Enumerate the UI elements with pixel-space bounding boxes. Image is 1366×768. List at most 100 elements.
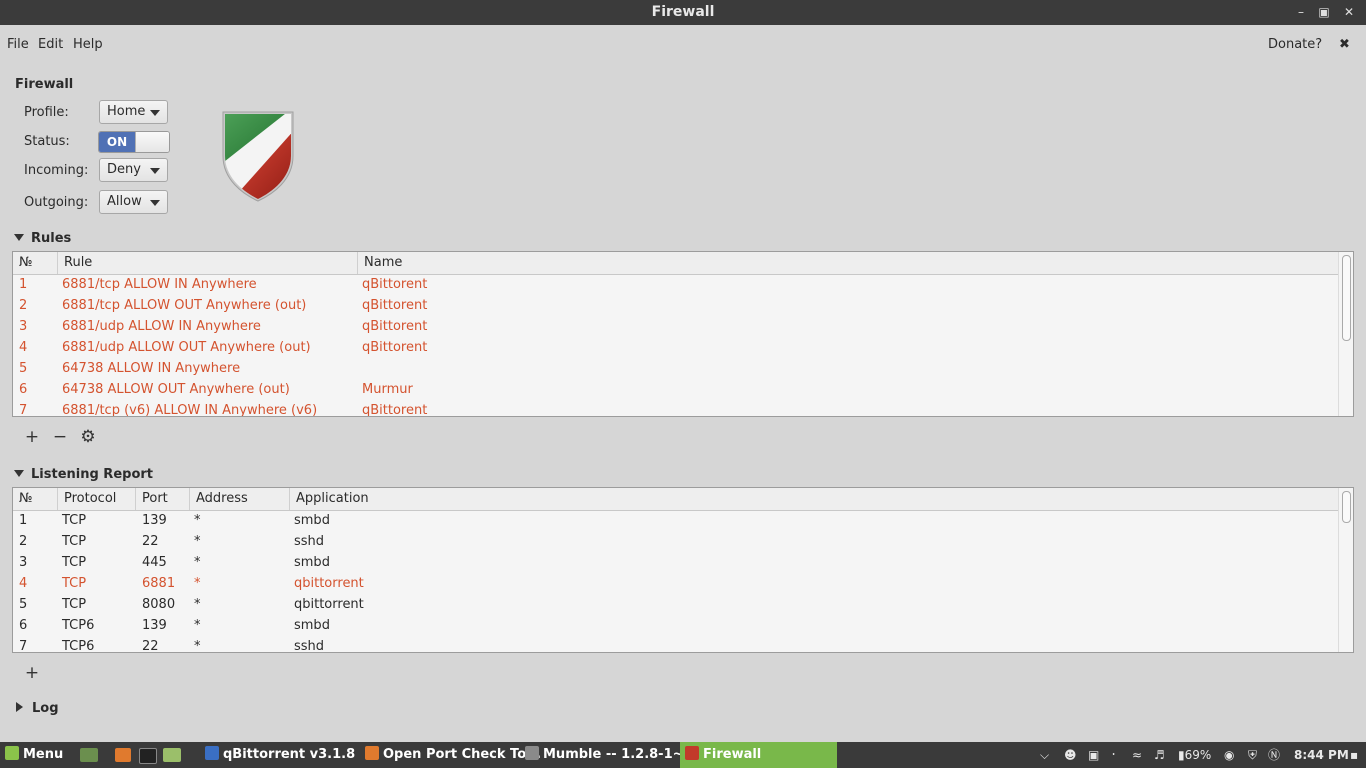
firefox-icon[interactable] xyxy=(115,748,131,762)
notifications-icon[interactable]: ⌵ xyxy=(1040,742,1049,768)
log-expander[interactable]: Log xyxy=(16,701,59,716)
scrollbar-thumb[interactable] xyxy=(1342,255,1351,341)
table-row[interactable]: 6 TCP6 139 * smbd xyxy=(13,615,1340,636)
listen-address: * xyxy=(194,513,201,528)
listening-report-expander[interactable]: Listening Report xyxy=(14,467,153,482)
clock[interactable]: 8:44 PM xyxy=(1294,742,1349,768)
battery-icon[interactable]: ▮69% xyxy=(1178,742,1211,768)
wifi-icon[interactable]: ≈ xyxy=(1132,742,1142,768)
rule-text: 64738 ALLOW IN Anywhere xyxy=(62,361,241,376)
taskbar-task[interactable]: Open Port Check To... xyxy=(360,742,541,768)
update-manager-icon[interactable]: ▣ xyxy=(1088,742,1099,768)
column-header-no[interactable]: № xyxy=(13,252,58,274)
table-row[interactable]: 4 6881/udp ALLOW OUT Anywhere (out) qBitto… xyxy=(13,337,1340,358)
chevron-down-icon xyxy=(14,234,24,241)
status-toggle[interactable]: ON xyxy=(98,131,170,153)
taskbar-task[interactable]: Firewall xyxy=(680,742,837,768)
add-listening-rule-button[interactable]: + xyxy=(21,662,43,684)
listen-application: sshd xyxy=(294,534,325,549)
qbittorrent-tray-icon[interactable]: Ⓝ xyxy=(1268,742,1280,768)
outgoing-select[interactable]: Allow xyxy=(99,190,168,214)
column-header-application[interactable]: Application xyxy=(290,488,1340,510)
bluetooth-icon[interactable]: ᛫ xyxy=(1110,742,1117,768)
rule-number: 2 xyxy=(19,298,28,313)
menu-edit[interactable]: Edit xyxy=(38,37,63,52)
column-header-no[interactable]: № xyxy=(13,488,58,510)
listen-port: 139 xyxy=(142,513,167,528)
listen-application: smbd xyxy=(294,555,330,570)
mumble-tray-icon[interactable]: ◉ xyxy=(1224,742,1234,768)
rules-expander[interactable]: Rules xyxy=(14,231,71,246)
remove-rule-button[interactable]: − xyxy=(49,426,71,448)
listen-port: 8080 xyxy=(142,597,176,612)
listen-application: qbittorrent xyxy=(294,576,364,591)
add-rule-button[interactable]: + xyxy=(21,426,43,448)
listen-protocol: TCP xyxy=(62,597,87,612)
rules-scrollbar[interactable] xyxy=(1338,252,1353,416)
table-row[interactable]: 2 TCP 22 * sshd xyxy=(13,531,1340,552)
listen-number: 6 xyxy=(19,618,28,633)
listen-protocol: TCP xyxy=(62,534,87,549)
table-row[interactable]: 7 6881/tcp (v6) ALLOW IN Anywhere (v6) qBi… xyxy=(13,400,1340,417)
rule-number: 4 xyxy=(19,340,28,355)
donate-link[interactable]: Donate? xyxy=(1268,37,1322,52)
close-icon[interactable]: ✖ xyxy=(1339,37,1350,52)
chevron-down-icon xyxy=(150,110,160,116)
listen-number: 4 xyxy=(19,576,28,591)
column-header-address[interactable]: Address xyxy=(190,488,290,510)
taskbar-task[interactable]: qBittorrent v3.1.8 xyxy=(200,742,355,768)
table-row[interactable]: 1 TCP 139 * smbd xyxy=(13,510,1340,531)
profile-select[interactable]: Home xyxy=(99,100,168,124)
menu-help[interactable]: Help xyxy=(73,37,103,52)
menu-file[interactable]: File xyxy=(7,37,29,52)
column-header-rule[interactable]: Rule xyxy=(58,252,358,274)
window-close-icon[interactable]: ✕ xyxy=(1337,0,1361,25)
listen-address: * xyxy=(194,618,201,633)
table-row[interactable]: 4 TCP 6881 * qbittorrent xyxy=(13,573,1340,594)
user-icon[interactable]: ☻ xyxy=(1064,742,1077,768)
scrollbar-thumb[interactable] xyxy=(1342,491,1351,523)
table-row[interactable]: 6 64738 ALLOW OUT Anywhere (out) Murmur xyxy=(13,379,1340,400)
firewall-tray-icon[interactable]: ⛨ xyxy=(1248,742,1257,768)
rule-number: 6 xyxy=(19,382,28,397)
table-row[interactable]: 1 6881/tcp ALLOW IN Anywhere qBittorent xyxy=(13,274,1340,295)
listen-port: 22 xyxy=(142,534,159,549)
table-row[interactable]: 3 TCP 445 * smbd xyxy=(13,552,1340,573)
incoming-select[interactable]: Deny xyxy=(99,158,168,182)
listen-address: * xyxy=(194,597,201,612)
maximize-icon[interactable]: ▣ xyxy=(1312,0,1336,25)
rule-name: qBittorent xyxy=(362,319,428,334)
taskbar-task-label: Open Port Check To... xyxy=(383,747,541,762)
taskbar: Menu qBittorrent v3.1.8 Open Port Check T… xyxy=(0,742,1366,768)
minimize-icon[interactable]: – xyxy=(1289,0,1313,25)
table-row[interactable]: 2 6881/tcp ALLOW OUT Anywhere (out) qBitto… xyxy=(13,295,1340,316)
terminal-icon[interactable] xyxy=(139,748,157,764)
window-title: Firewall xyxy=(651,4,715,20)
listening-scrollbar[interactable] xyxy=(1338,488,1353,652)
listen-protocol: TCP6 xyxy=(62,618,95,633)
incoming-label: Incoming: xyxy=(24,163,89,178)
column-header-port[interactable]: Port xyxy=(136,488,190,510)
rule-name: Murmur xyxy=(362,382,413,397)
gear-icon[interactable]: ⚙ xyxy=(77,426,99,448)
column-header-name[interactable]: Name xyxy=(358,252,1340,274)
folder-icon[interactable] xyxy=(163,748,181,762)
rule-number: 1 xyxy=(19,277,28,292)
show-desktop-corner[interactable]: ▪ xyxy=(1350,742,1358,768)
taskbar-task[interactable]: Mumble -- 1.2.8-1~p... xyxy=(520,742,708,768)
rule-text: 6881/tcp (v6) ALLOW IN Anywhere (v6) xyxy=(62,403,318,417)
table-row[interactable]: 3 6881/udp ALLOW IN Anywhere qBittorent xyxy=(13,316,1340,337)
table-row[interactable]: 7 TCP6 22 * sshd xyxy=(13,636,1340,652)
start-menu-button[interactable]: Menu xyxy=(0,742,83,768)
table-row[interactable]: 5 TCP 8080 * qbittorrent xyxy=(13,594,1340,615)
column-header-protocol[interactable]: Protocol xyxy=(58,488,136,510)
table-row[interactable]: 5 64738 ALLOW IN Anywhere xyxy=(13,358,1340,379)
show-desktop-icon[interactable] xyxy=(80,748,98,762)
listen-number: 5 xyxy=(19,597,28,612)
chevron-down-icon xyxy=(150,200,160,206)
rule-number: 7 xyxy=(19,403,28,417)
rules-table: № Rule Name 1 6881/tcp ALLOW IN Anywhere q… xyxy=(12,251,1354,417)
volume-icon[interactable]: ♬ xyxy=(1154,742,1165,768)
listen-application: qbittorrent xyxy=(294,597,364,612)
firewall-icon xyxy=(685,746,699,760)
